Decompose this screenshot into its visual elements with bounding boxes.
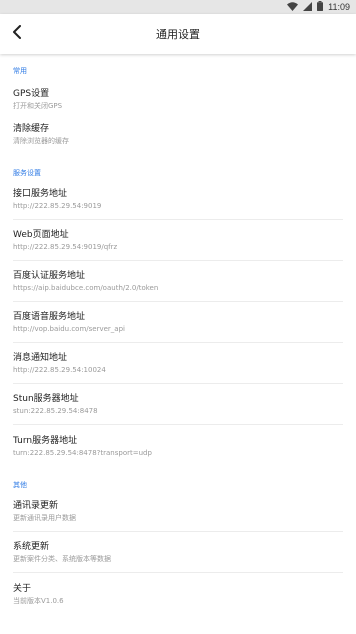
item-subtitle: 更新通讯录用户数据 [13, 514, 76, 522]
item-subtitle: http://222.85.29.54:9019 [13, 202, 102, 210]
item-title: 关于 [13, 583, 32, 594]
item-title: 系统更新 [13, 542, 50, 552]
item-subtitle: 打开和关闭GPS [13, 101, 63, 110]
item-subtitle: http://222.85.29.54:9019/qfrz [13, 243, 118, 251]
item-title: Turn服务器地址 [13, 435, 78, 446]
page-title: 通用设置 [156, 28, 200, 41]
chevron-left-icon [11, 24, 23, 43]
section-header-common: 常用 [13, 67, 27, 75]
section-header-other: 其他 [13, 481, 27, 489]
clear-cache-item[interactable]: 清除缓存 清除浏览器的缓存 [0, 116, 356, 152]
baidu-auth-server-item[interactable]: 百度认证服务地址 https://aip.baidubce.com/oauth/… [0, 262, 356, 302]
about-item[interactable]: 关于 当前版本V1.0.6 [0, 574, 356, 614]
stun-server-item[interactable]: Stun服务器地址 stun:222.85.29.54:8478 [0, 385, 356, 425]
item-subtitle: 当前版本V1.0.6 [13, 596, 64, 605]
item-subtitle: http://222.85.29.54:10024 [13, 366, 106, 374]
item-subtitle: http://vop.baidu.com/server_api [13, 325, 125, 333]
gps-settings-item[interactable]: GPS设置 打开和关闭GPS [0, 81, 356, 117]
item-subtitle: 清除浏览器的缓存 [13, 136, 69, 145]
item-title: 百度语音服务地址 [13, 312, 86, 322]
section-header-service: 服务设置 [13, 169, 41, 177]
item-title: 通讯录更新 [13, 501, 59, 511]
item-title: GPS设置 [13, 88, 50, 99]
back-button[interactable] [6, 22, 28, 44]
item-subtitle: stun:222.85.29.54:8478 [13, 407, 98, 415]
status-time: 11:09 [328, 2, 350, 12]
contacts-update-item[interactable]: 通讯录更新 更新通讯录用户数据 [0, 492, 356, 532]
web-page-url-item[interactable]: Web页面地址 http://222.85.29.54:9019/qfrz [0, 221, 356, 261]
api-server-item[interactable]: 接口服务地址 http://222.85.29.54:9019 [0, 180, 356, 220]
baidu-voice-server-item[interactable]: 百度语音服务地址 http://vop.baidu.com/server_api [0, 303, 356, 343]
item-subtitle: 更新案件分类、系统版本等数据 [13, 555, 111, 563]
item-subtitle: https://aip.baidubce.com/oauth/2.0/token [13, 284, 159, 292]
item-subtitle: turn:222.85.29.54:8478?transport=udp [13, 448, 152, 457]
status-bar: 11:09 [0, 0, 356, 14]
system-update-item[interactable]: 系统更新 更新案件分类、系统版本等数据 [0, 533, 356, 573]
item-title: 清除缓存 [13, 123, 50, 134]
notification-url-item[interactable]: 消息通知地址 http://222.85.29.54:10024 [0, 344, 356, 384]
item-title: 百度认证服务地址 [13, 271, 86, 281]
turn-server-item[interactable]: Turn服务器地址 turn:222.85.29.54:8478?transpo… [0, 426, 356, 466]
app-bar: 通用设置 [0, 14, 356, 54]
item-title: Web页面地址 [13, 230, 69, 240]
item-title: Stun服务器地址 [13, 394, 79, 404]
settings-list: 常用 GPS设置 打开和关闭GPS 清除缓存 清除浏览器的缓存 服务设置 接口服… [0, 54, 356, 634]
item-title: 接口服务地址 [13, 189, 68, 199]
item-title: 消息通知地址 [13, 353, 68, 363]
